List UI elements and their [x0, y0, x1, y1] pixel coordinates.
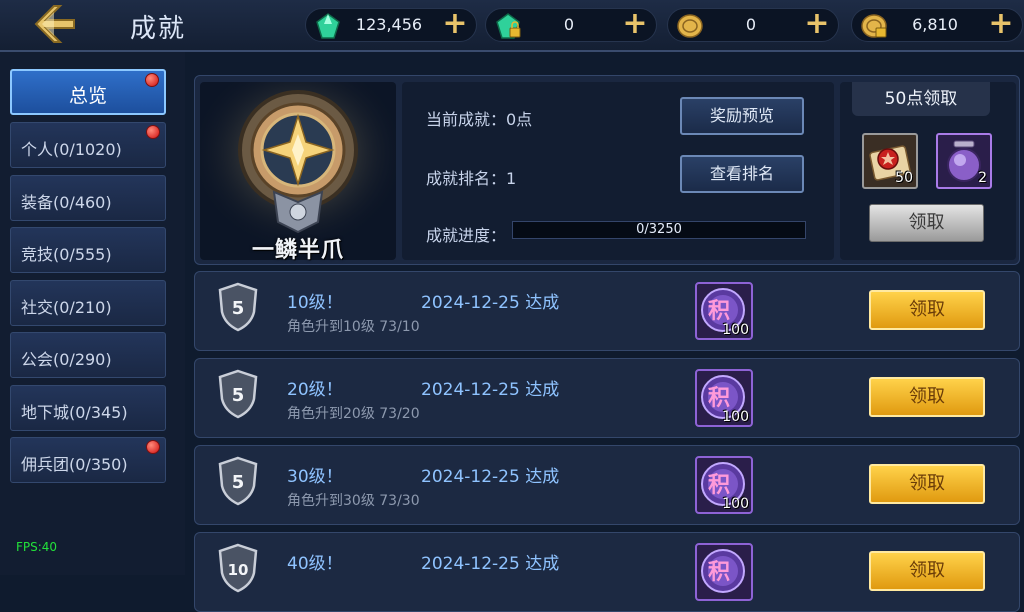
rank-label: 成就排名：1 — [426, 169, 517, 188]
item-count: 100 — [722, 322, 749, 338]
achievement-row: 5 20级！ 2024-12-25 达成 角色升到20级 73/20 积 100… — [194, 358, 1020, 438]
notification-dot — [146, 125, 160, 139]
badge-number: 5 — [232, 298, 245, 319]
badge-number: 5 — [232, 472, 245, 493]
green-gem-icon — [316, 13, 340, 39]
claim-button[interactable]: 领取 — [869, 551, 985, 591]
tab-label: 竞技(0/555) — [21, 245, 112, 264]
gold-coin-icon — [677, 14, 703, 38]
claim-button[interactable]: 领取 — [869, 377, 985, 417]
locked-coin-icon — [861, 14, 887, 38]
currency-value: 0 — [563, 15, 575, 34]
currency-value: 0 — [745, 15, 757, 34]
page-title: 成就 — [130, 14, 187, 44]
tab-guild[interactable]: 公会(0/290) — [10, 332, 166, 378]
tab-label: 装备(0/460) — [21, 193, 112, 212]
achievement-name: 40级！ — [287, 554, 343, 574]
current-points-label: 当前成就：0点 — [426, 110, 533, 129]
achievement-date: 2024-12-25 达成 — [421, 467, 560, 487]
reward-item-scroll[interactable]: 50 — [862, 133, 918, 189]
item-count: 2 — [978, 170, 987, 186]
notification-dot — [146, 440, 160, 454]
currency-locked-gem: 0 + — [485, 8, 657, 42]
currency-value: 6,810 — [912, 15, 958, 34]
claim-button[interactable]: 领取 — [869, 464, 985, 504]
claim-button[interactable]: 领取 — [869, 290, 985, 330]
level-shield-icon: 5 — [218, 369, 258, 419]
achievement-row: 10 40级！ 2024-12-25 达成 积 领取 — [194, 532, 1020, 612]
item-count: 100 — [722, 496, 749, 512]
currency-locked-coin: 6,810 + — [851, 8, 1023, 42]
achievement-date: 2024-12-25 达成 — [421, 380, 560, 400]
tab-equipment[interactable]: 装备(0/460) — [10, 175, 166, 221]
points-token-icon: 积 — [701, 549, 745, 593]
item-count: 100 — [722, 409, 749, 425]
level-shield-icon: 5 — [218, 282, 258, 332]
achievement-name: 10级！ — [287, 293, 343, 313]
token-glyph: 积 — [708, 560, 730, 585]
add-locked-coin-button[interactable]: + — [988, 9, 1014, 39]
claim-milestone-button[interactable]: 领取 — [869, 204, 984, 242]
reward-preview-button[interactable]: 奖励预览 — [680, 97, 804, 135]
tab-label: 地下城(0/345) — [21, 403, 128, 422]
currency-coin: 0 + — [667, 8, 839, 42]
fps-counter: FPS:40 — [16, 540, 58, 554]
tab-dungeon[interactable]: 地下城(0/345) — [10, 385, 166, 431]
achievement-name: 20级！ — [287, 380, 343, 400]
tab-social[interactable]: 社交(0/210) — [10, 280, 166, 326]
tab-label: 个人(0/1020) — [21, 140, 122, 159]
badge-number: 5 — [232, 385, 245, 406]
reward-item-points[interactable]: 积 100 — [695, 369, 753, 427]
achievement-row: 5 30级！ 2024-12-25 达成 角色升到30级 73/30 积 100… — [194, 445, 1020, 525]
medal-title: 一鳞半爪 — [251, 238, 344, 263]
tab-mercenary[interactable]: 佣兵团(0/350) — [10, 437, 166, 483]
tab-personal[interactable]: 个人(0/1020) — [10, 122, 166, 168]
milestone-title: 50点领取 — [852, 82, 990, 116]
progress-label: 成就进度： — [426, 226, 507, 245]
add-gem-button[interactable]: + — [442, 9, 468, 39]
tab-overview[interactable]: 总览 — [10, 69, 166, 115]
sidebar: 总览 个人(0/1020) 装备(0/460) 竞技(0/555) 社交(0/2… — [0, 52, 185, 575]
tab-label: 总览 — [68, 85, 107, 107]
token-glyph: 积 — [708, 386, 730, 411]
currency-value: 123,456 — [355, 15, 423, 34]
token-glyph: 积 — [708, 299, 730, 324]
progress-text: 0/3250 — [636, 222, 682, 237]
achievement-desc: 角色升到30级 73/30 — [287, 493, 420, 509]
level-shield-icon: 5 — [218, 456, 258, 506]
add-coin-button[interactable]: + — [804, 9, 830, 39]
reward-item-points[interactable]: 积 100 — [695, 456, 753, 514]
achievement-date: 2024-12-25 达成 — [421, 554, 560, 574]
achievement-date: 2024-12-25 达成 — [421, 293, 560, 313]
tab-label: 社交(0/210) — [21, 298, 112, 317]
badge-number: 10 — [228, 561, 249, 579]
tab-arena[interactable]: 竞技(0/555) — [10, 227, 166, 273]
achievement-desc: 角色升到10级 73/10 — [287, 319, 420, 335]
achievement-row: 5 10级！ 2024-12-25 达成 角色升到10级 73/10 积 100… — [194, 271, 1020, 351]
currency-gem: 123,456 + — [305, 8, 477, 42]
notification-dot — [145, 73, 159, 87]
tab-label: 佣兵团(0/350) — [21, 455, 128, 474]
tab-label: 公会(0/290) — [21, 350, 112, 369]
add-locked-gem-button[interactable]: + — [622, 9, 648, 39]
back-arrow-icon[interactable] — [30, 4, 80, 44]
achievement-desc: 角色升到20级 73/20 — [287, 406, 420, 422]
achievement-name: 30级！ — [287, 467, 343, 487]
reward-item-points[interactable]: 积 100 — [695, 282, 753, 340]
item-count: 50 — [895, 170, 913, 186]
reward-item-points[interactable]: 积 — [695, 543, 753, 601]
token-glyph: 积 — [708, 473, 730, 498]
view-rank-button[interactable]: 查看排名 — [680, 155, 804, 193]
locked-gem-icon — [496, 13, 521, 39]
level-shield-icon: 10 — [218, 543, 258, 593]
reward-item-orb[interactable]: 2 — [936, 133, 992, 189]
